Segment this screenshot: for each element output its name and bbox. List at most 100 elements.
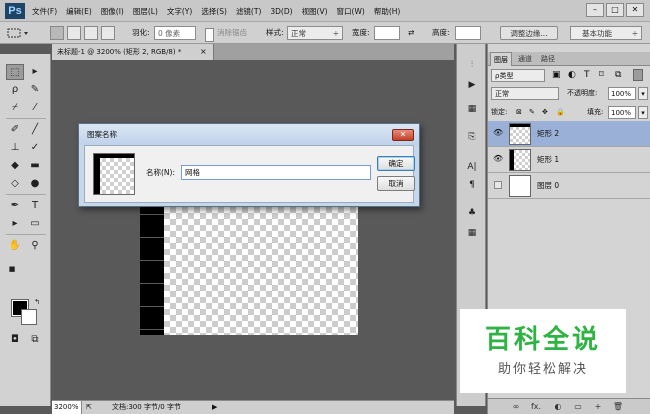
menu-filter[interactable]: 滤镜(T) xyxy=(236,6,261,17)
cancel-button[interactable]: 取消 xyxy=(377,176,415,191)
actions-panel-icon[interactable]: ▶ xyxy=(464,78,480,92)
history-brush-tool[interactable]: ✓ xyxy=(26,140,44,156)
layer-name[interactable]: 矩形 2 xyxy=(537,128,559,140)
zoom-level-field[interactable]: 3200% xyxy=(52,401,82,414)
adjustment-layer-icon[interactable]: ◐ xyxy=(552,401,564,413)
lock-pixels-icon[interactable]: ✎ xyxy=(529,106,535,119)
swap-icon[interactable]: ⇄ xyxy=(408,26,414,40)
blend-mode-select[interactable]: 正常 xyxy=(491,87,559,100)
subtract-selection-icon[interactable] xyxy=(84,26,98,40)
eye-icon[interactable]: 👁 xyxy=(493,128,503,138)
layer-row[interactable]: 图层 0 xyxy=(488,173,650,199)
fill-field[interactable]: 100% xyxy=(608,106,636,119)
opacity-dropdown-icon[interactable]: ▾ xyxy=(638,87,648,100)
visibility-toggle-icon[interactable] xyxy=(494,181,502,189)
export-icon[interactable]: ⇱ xyxy=(86,401,92,414)
document-tab[interactable]: 未标题-1 @ 3200% (矩形 2, RGB/8) * × xyxy=(52,44,214,60)
minimize-button[interactable]: – xyxy=(586,3,604,17)
swap-colors-icon[interactable]: ↰ xyxy=(28,294,46,310)
status-menu-arrow-icon[interactable]: ▶ xyxy=(212,401,217,414)
pattern-name-input[interactable] xyxy=(181,165,371,180)
new-selection-icon[interactable] xyxy=(50,26,64,40)
menu-file[interactable]: 文件(F) xyxy=(32,6,57,17)
menu-layer[interactable]: 图层(L) xyxy=(133,6,158,17)
filter-adjustment-icon[interactable]: ◐ xyxy=(568,69,576,82)
paragraph-panel-icon[interactable]: ¶ xyxy=(464,178,480,192)
menu-type[interactable]: 文字(Y) xyxy=(167,6,192,17)
move-tool[interactable]: ▸ xyxy=(26,64,44,80)
dialog-titlebar[interactable]: 图案名称 ✕ xyxy=(79,124,419,145)
crop-tool[interactable]: ⌿ xyxy=(6,100,24,116)
menu-edit[interactable]: 编辑(E) xyxy=(66,6,92,17)
clone-source-panel-icon[interactable]: ⎘ xyxy=(464,130,480,144)
rectangle-tool[interactable]: ▭ xyxy=(26,216,44,232)
style-select[interactable]: 正常 ÷ xyxy=(287,26,343,40)
brush-tool[interactable]: ╱ xyxy=(26,122,44,138)
rectangular-marquee-tool[interactable]: ⬚ xyxy=(6,64,24,80)
tab-layers[interactable]: 图层 xyxy=(490,52,512,66)
screen-mode-icon[interactable]: ⧉ xyxy=(26,332,44,348)
group-icon[interactable]: ▭ xyxy=(572,401,584,413)
blur-tool[interactable]: ◇ xyxy=(6,176,24,192)
filter-smart-object-icon[interactable]: ⧉ xyxy=(615,69,621,82)
clone-stamp-tool[interactable]: ⊥ xyxy=(6,140,24,156)
healing-brush-tool[interactable]: ✐ xyxy=(6,122,24,138)
quick-mask-icon[interactable]: ◘ xyxy=(6,332,24,348)
link-layers-icon[interactable]: ∞ xyxy=(510,401,522,413)
quick-selection-tool[interactable]: ✎ xyxy=(26,82,44,98)
swatches-panel-icon[interactable]: ▦ xyxy=(464,102,480,116)
layer-row[interactable]: 👁 矩形 2 xyxy=(488,121,650,147)
layer-name[interactable]: 矩形 1 xyxy=(537,154,559,166)
width-field[interactable] xyxy=(374,26,400,40)
maximize-button[interactable]: □ xyxy=(606,3,624,17)
refine-edge-button[interactable]: 调整边缘... xyxy=(500,26,558,40)
trash-icon[interactable]: 🗑 xyxy=(612,401,624,413)
tab-close-icon[interactable]: × xyxy=(200,44,207,60)
tab-paths[interactable]: 路径 xyxy=(538,52,558,66)
default-colors-icon[interactable]: ■ xyxy=(3,261,21,277)
menu-image[interactable]: 图像(I) xyxy=(101,6,124,17)
layer-row[interactable]: 👁 矩形 1 xyxy=(488,147,650,173)
layer-name[interactable]: 图层 0 xyxy=(537,180,559,192)
gradient-tool[interactable]: ▬ xyxy=(26,158,44,174)
lock-all-icon[interactable]: 🔒 xyxy=(556,106,565,119)
fx-icon[interactable]: fx. xyxy=(530,401,542,413)
fill-dropdown-icon[interactable]: ▾ xyxy=(638,106,648,119)
background-color-swatch[interactable] xyxy=(21,309,37,325)
close-window-button[interactable]: ✕ xyxy=(626,3,644,17)
path-selection-tool[interactable]: ▸ xyxy=(6,216,24,232)
menu-view[interactable]: 视图(V) xyxy=(302,6,328,17)
lasso-tool[interactable]: ρ xyxy=(6,82,24,98)
character-panel-icon[interactable]: A| xyxy=(464,160,480,174)
tab-channels[interactable]: 通道 xyxy=(515,52,535,66)
lock-transparency-icon[interactable]: ⊠ xyxy=(516,106,522,119)
layer-comps-panel-icon[interactable]: ▦ xyxy=(464,226,480,240)
menu-select[interactable]: 选择(S) xyxy=(201,6,227,17)
filter-type-icon[interactable]: T xyxy=(584,69,590,82)
hand-tool[interactable]: ✋ xyxy=(6,238,24,254)
new-layer-icon[interactable]: + xyxy=(592,401,604,413)
kind-filter-select[interactable]: ρ类型 xyxy=(491,69,545,82)
eyedropper-tool[interactable]: ⁄ xyxy=(26,100,44,116)
menu-3d[interactable]: 3D(D) xyxy=(270,7,292,16)
eye-icon[interactable]: 👁 xyxy=(493,154,503,164)
workspace-select[interactable]: 基本功能 ÷ xyxy=(570,26,642,40)
history-panel-icon[interactable]: ⫶ xyxy=(464,58,480,72)
lock-position-icon[interactable]: ✥ xyxy=(542,106,548,119)
dodge-tool[interactable]: ● xyxy=(26,176,44,192)
height-field[interactable] xyxy=(455,26,481,40)
menu-window[interactable]: 窗口(W) xyxy=(337,6,365,17)
ok-button[interactable]: 确定 xyxy=(377,156,415,171)
filter-toggle-icon[interactable] xyxy=(633,69,643,81)
feather-field[interactable]: 0 像素 xyxy=(154,26,196,40)
eraser-tool[interactable]: ◆ xyxy=(6,158,24,174)
intersect-selection-icon[interactable] xyxy=(101,26,115,40)
marquee-preset-icon[interactable] xyxy=(6,26,32,40)
type-tool[interactable]: T xyxy=(26,198,44,214)
opacity-field[interactable]: 100% xyxy=(608,87,636,100)
dialog-close-button[interactable]: ✕ xyxy=(392,129,414,141)
add-selection-icon[interactable] xyxy=(67,26,81,40)
antialias-checkbox[interactable] xyxy=(205,28,214,42)
filter-pixel-icon[interactable]: ▣ xyxy=(552,69,561,82)
menu-help[interactable]: 帮助(H) xyxy=(374,6,401,17)
